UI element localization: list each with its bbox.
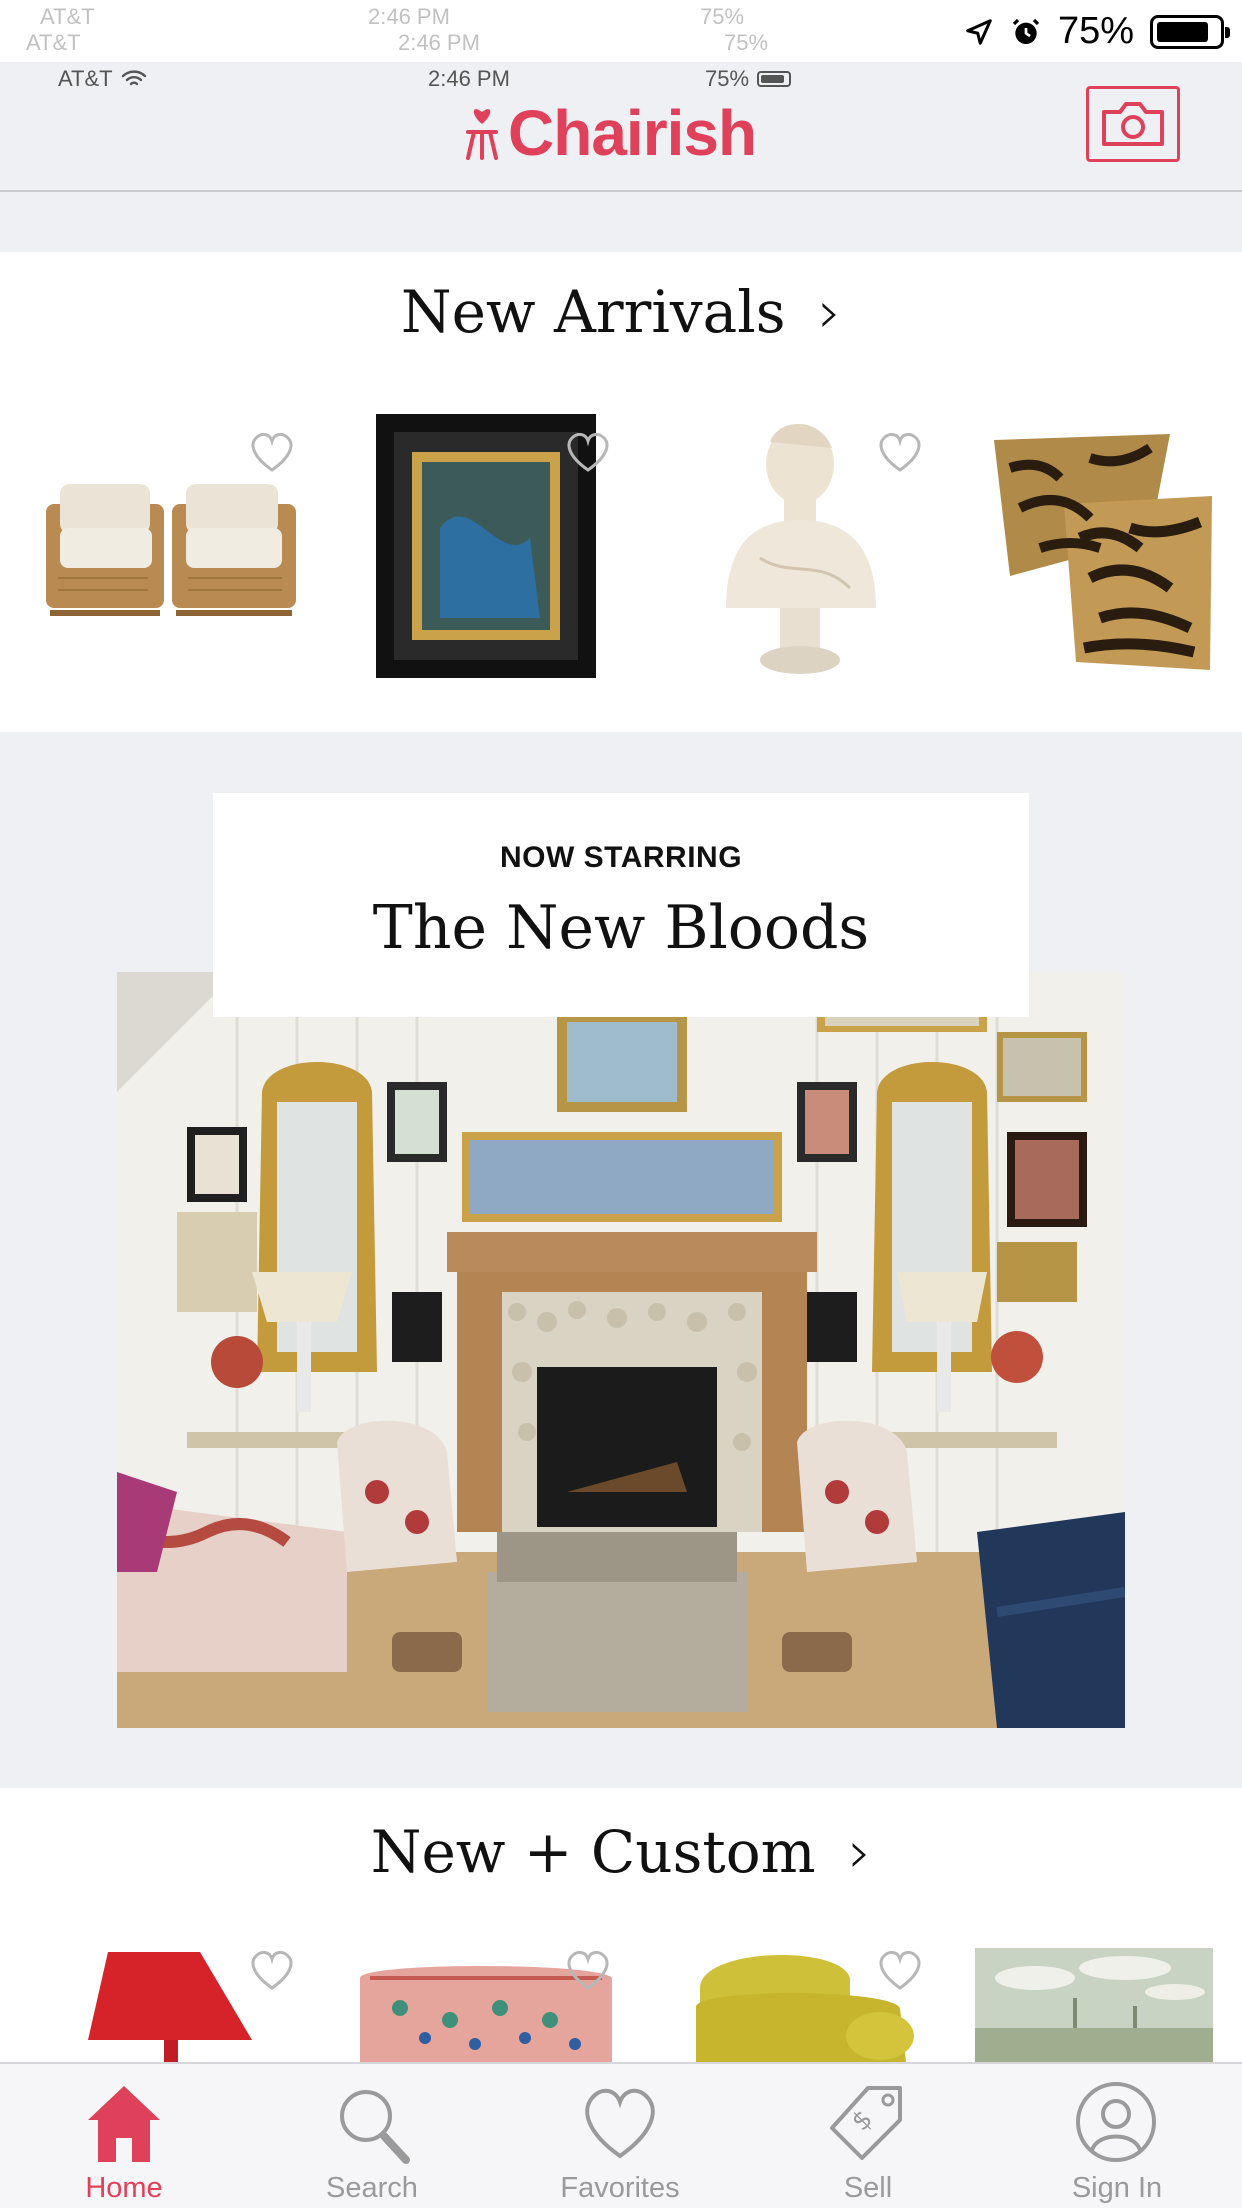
product-card[interactable] (650, 1948, 950, 2062)
product-card[interactable] (0, 408, 300, 688)
tab-label: Favorites (560, 2172, 680, 2204)
feature-title: The New Bloods (372, 893, 870, 963)
new-custom-carousel[interactable] (0, 1948, 1242, 2062)
tab-label: Home (85, 2172, 163, 2204)
visual-search-button[interactable] (1086, 86, 1180, 162)
living-room-photo (117, 972, 1125, 1728)
new-arrivals-section: New Arrivals › (0, 252, 1242, 732)
brand-name: Chairish (508, 97, 757, 169)
search-icon (340, 2090, 410, 2164)
tab-label: Sign In (1071, 2172, 1163, 2204)
chevron-right-icon: › (848, 1818, 872, 1886)
tab-sign-in[interactable]: Sign In (992, 2064, 1242, 2208)
product-card[interactable] (650, 408, 950, 688)
price-tag-icon: $ (830, 2086, 902, 2160)
camera-icon (1102, 102, 1164, 146)
product-card[interactable] (980, 408, 1242, 688)
new-arrivals-title-text: New Arrivals (400, 278, 786, 346)
tab-favorites[interactable]: Favorites (496, 2064, 744, 2208)
brand-logo[interactable]: Chairish (462, 96, 757, 170)
home-icon (88, 2086, 160, 2162)
product-image-tiger-pillows (994, 434, 1212, 670)
heart-icon[interactable] (876, 1948, 924, 1992)
new-arrivals-title[interactable]: New Arrivals › (0, 278, 1242, 346)
product-card[interactable] (975, 1948, 1242, 2062)
heart-icon[interactable] (564, 430, 612, 474)
user-icon (1076, 2082, 1156, 2162)
heart-icon (585, 2088, 655, 2159)
feature-image[interactable] (117, 972, 1125, 1728)
tab-search[interactable]: Search (248, 2064, 496, 2208)
product-card[interactable] (330, 1948, 630, 2062)
tab-label: Sell (843, 2172, 893, 2204)
heart-icon[interactable] (248, 1948, 296, 1992)
product-card[interactable] (330, 408, 630, 688)
heart-icon[interactable] (876, 430, 924, 474)
product-card[interactable] (0, 1948, 300, 2062)
feature-card[interactable]: NOW STARRING The New Bloods (213, 793, 1029, 1017)
heart-icon[interactable] (564, 1948, 612, 1992)
tab-bar: Home Search Favorites $ Sell Sign In (0, 2062, 1242, 2208)
product-image-landscape-mural (975, 1948, 1213, 2062)
tab-label: Search (326, 2172, 418, 2204)
new-custom-title-text: New + Custom (370, 1818, 816, 1886)
new-custom-title[interactable]: New + Custom › (0, 1818, 1242, 1886)
feature-eyebrow: NOW STARRING (499, 841, 743, 874)
tab-home[interactable]: Home (0, 2064, 248, 2208)
tab-sell[interactable]: $ Sell (744, 2064, 992, 2208)
heart-icon[interactable] (248, 430, 296, 474)
app-header: Chairish (0, 0, 1242, 192)
new-custom-section: New + Custom › (0, 1788, 1242, 2062)
chair-logo-icon (466, 109, 498, 160)
chevron-right-icon: › (817, 278, 842, 346)
